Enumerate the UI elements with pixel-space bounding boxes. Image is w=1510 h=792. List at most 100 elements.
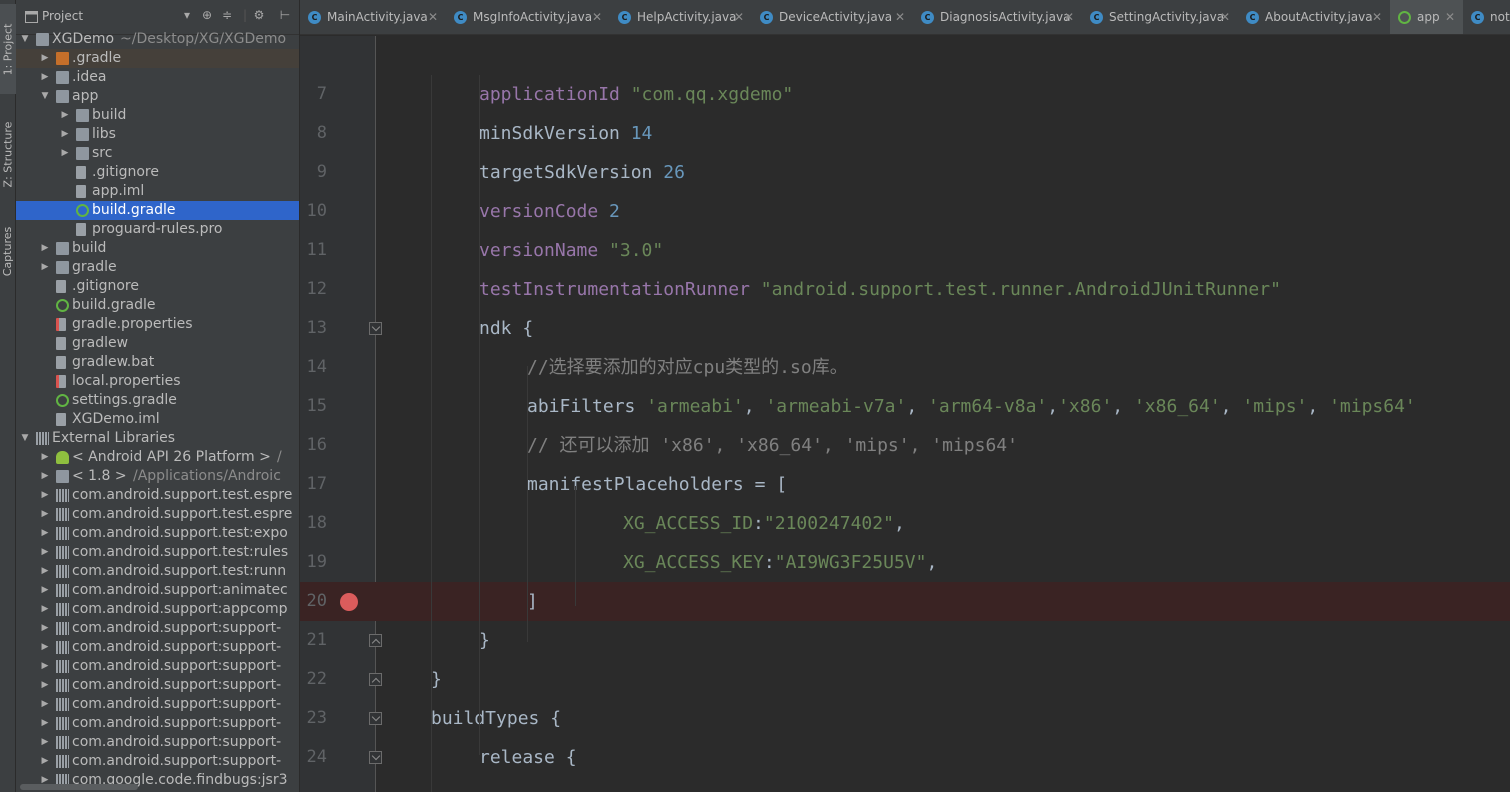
collapsed-arrow-icon[interactable]: ▶ — [40, 467, 50, 486]
collapsed-arrow-icon[interactable]: ▶ — [40, 562, 50, 581]
tree-row[interactable]: ▼ XGDemo ~/Desktop/XG/XGDemo — [16, 30, 299, 49]
tree-row[interactable]: ▶ com.android.support.test:expo — [16, 524, 299, 543]
tree-row[interactable]: ▶ < 1.8 > /Applications/Androic — [16, 467, 299, 486]
chevron-down-icon[interactable]: ▾ — [180, 8, 194, 22]
collapsed-arrow-icon[interactable]: ▶ — [60, 144, 70, 163]
collapsed-arrow-icon[interactable]: ▶ — [40, 600, 50, 619]
collapsed-arrow-icon[interactable]: ▶ — [60, 125, 70, 144]
editor-tab[interactable]: C DiagnosisActivity.java ✕ — [913, 0, 1082, 34]
project-view-dropdown[interactable]: Project — [42, 9, 83, 23]
collapsed-arrow-icon[interactable]: ▶ — [40, 239, 50, 258]
code-line[interactable]: 18 XG_ACCESS_ID:"2100247402", — [300, 504, 1510, 543]
collapsed-arrow-icon[interactable]: ▶ — [40, 49, 50, 68]
tree-row[interactable]: ▶ build — [16, 106, 299, 125]
collapsed-arrow-icon[interactable]: ▶ — [40, 581, 50, 600]
tree-row[interactable]: ▶ com.android.support.test:runn — [16, 562, 299, 581]
close-tab-icon[interactable]: ✕ — [1064, 0, 1074, 34]
editor-tab[interactable]: C SettingActivity.java ✕ — [1082, 0, 1238, 34]
collapsed-arrow-icon[interactable]: ▶ — [40, 695, 50, 714]
tree-row[interactable]: ▶ com.android.support.test.espre — [16, 505, 299, 524]
scroll-from-source-icon[interactable]: ⊕ — [200, 8, 214, 22]
collapsed-arrow-icon[interactable]: ▶ — [40, 524, 50, 543]
tree-row[interactable]: ▼ External Libraries — [16, 429, 299, 448]
code-line[interactable]: 22} — [300, 660, 1510, 699]
tree-row[interactable]: ▶ gradle — [16, 258, 299, 277]
fold-marker-icon[interactable] — [369, 634, 382, 647]
editor-tab[interactable]: Cnoti — [1463, 0, 1510, 34]
tree-row[interactable]: ▶ src — [16, 144, 299, 163]
expanded-arrow-icon[interactable]: ▼ — [40, 87, 50, 106]
collapsed-arrow-icon[interactable]: ▶ — [40, 486, 50, 505]
close-tab-icon[interactable]: ✕ — [428, 0, 438, 34]
collapsed-arrow-icon[interactable]: ▶ — [40, 619, 50, 638]
tree-row[interactable]: XGDemo.iml — [16, 410, 299, 429]
collapsed-arrow-icon[interactable]: ▶ — [40, 733, 50, 752]
code-line[interactable]: 16 // 还可以添加 'x86', 'x86_64', 'mips', 'mip… — [300, 426, 1510, 465]
expanded-arrow-icon[interactable]: ▼ — [20, 30, 30, 49]
code-line[interactable]: 7 applicationId "com.qq.xgdemo" — [300, 75, 1510, 114]
tree-row[interactable]: settings.gradle — [16, 391, 299, 410]
fold-marker-icon[interactable] — [369, 322, 382, 335]
tree-row[interactable]: gradle.properties — [16, 315, 299, 334]
tree-row[interactable]: ▶ com.android.support:support- — [16, 695, 299, 714]
tree-row[interactable]: ▶ com.android.support:support- — [16, 676, 299, 695]
captures-tool-tab[interactable]: Captures — [0, 212, 16, 290]
tree-row[interactable]: ▶ libs — [16, 125, 299, 144]
collapsed-arrow-icon[interactable]: ▶ — [40, 638, 50, 657]
code-line[interactable]: 10 versionCode 2 — [300, 192, 1510, 231]
code-line[interactable]: 14 //选择要添加的对应cpu类型的.so库。 — [300, 348, 1510, 387]
expanded-arrow-icon[interactable]: ▼ — [20, 429, 30, 448]
tree-row[interactable]: app.iml — [16, 182, 299, 201]
tree-row[interactable]: ▶ .gradle — [16, 49, 299, 68]
editor-tab[interactable]: C DeviceActivity.java ✕ — [752, 0, 913, 34]
structure-tool-tab[interactable]: Z: Structure — [0, 106, 16, 202]
collapsed-arrow-icon[interactable]: ▶ — [40, 657, 50, 676]
tree-row[interactable]: ▶ < Android API 26 Platform > / — [16, 448, 299, 467]
collapsed-arrow-icon[interactable]: ▶ — [60, 106, 70, 125]
horizontal-scrollbar[interactable] — [20, 784, 138, 790]
code-line[interactable]: 12 testInstrumentationRunner "android.sup… — [300, 270, 1510, 309]
close-tab-icon[interactable]: ✕ — [592, 0, 602, 34]
close-tab-icon[interactable]: ✕ — [1372, 0, 1382, 34]
collapsed-arrow-icon[interactable]: ▶ — [40, 543, 50, 562]
editor-tab[interactable]: app ✕ — [1390, 0, 1463, 34]
tree-row[interactable]: ▶ com.android.support:support- — [16, 733, 299, 752]
tree-row[interactable]: .gitignore — [16, 277, 299, 296]
tree-row[interactable]: ▶ com.android.support:support- — [16, 714, 299, 733]
collapsed-arrow-icon[interactable]: ▶ — [40, 752, 50, 771]
fold-marker-icon[interactable] — [369, 751, 382, 764]
tree-row[interactable]: ▶ com.android.support:support- — [16, 638, 299, 657]
tree-row[interactable]: ▶ com.android.support:support- — [16, 657, 299, 676]
collapsed-arrow-icon[interactable]: ▶ — [40, 258, 50, 277]
close-tab-icon[interactable]: ✕ — [734, 0, 744, 34]
tree-row[interactable]: ▶ .idea — [16, 68, 299, 87]
collapsed-arrow-icon[interactable]: ▶ — [40, 505, 50, 524]
collapsed-arrow-icon[interactable]: ▶ — [40, 676, 50, 695]
tree-row[interactable]: ▶ com.android.support.test.espre — [16, 486, 299, 505]
tree-row[interactable]: gradlew — [16, 334, 299, 353]
code-line[interactable]: 11 versionName "3.0" — [300, 231, 1510, 270]
code-line[interactable]: 23 buildTypes { — [300, 699, 1510, 738]
editor-tab[interactable]: C MainActivity.java ✕ — [300, 0, 446, 34]
tree-row[interactable]: build.gradle — [16, 201, 299, 220]
code-line[interactable]: 17 manifestPlaceholders = [ — [300, 465, 1510, 504]
fold-marker-icon[interactable] — [369, 673, 382, 686]
fold-marker-icon[interactable] — [369, 712, 382, 725]
tree-row[interactable]: ▶ com.android.support:support- — [16, 619, 299, 638]
code-line[interactable]: 19 XG_ACCESS_KEY:"AI9WG3F25U5V", — [300, 543, 1510, 582]
breakpoint-icon[interactable] — [340, 593, 358, 611]
tree-row[interactable]: local.properties — [16, 372, 299, 391]
collapse-all-icon[interactable]: ≑ — [220, 8, 234, 22]
code-editor[interactable]: 7 applicationId "com.qq.xgdemo" 8 minSdkVer… — [300, 36, 1510, 792]
gear-icon[interactable]: ⚙ — [252, 8, 266, 22]
code-line[interactable]: 20] — [300, 582, 1510, 621]
code-line[interactable]: 21} — [300, 621, 1510, 660]
tree-row[interactable]: proguard-rules.pro — [16, 220, 299, 239]
code-line[interactable]: 24 release { — [300, 738, 1510, 777]
tree-row[interactable]: ▼ app — [16, 87, 299, 106]
collapsed-arrow-icon[interactable]: ▶ — [40, 448, 50, 467]
project-tool-tab[interactable]: 1: Project — [0, 4, 16, 94]
tree-row[interactable]: ▶ com.android.support:animatec — [16, 581, 299, 600]
tree-row[interactable]: ▶ com.android.support.test:rules — [16, 543, 299, 562]
close-tab-icon[interactable]: ✕ — [1220, 0, 1230, 34]
